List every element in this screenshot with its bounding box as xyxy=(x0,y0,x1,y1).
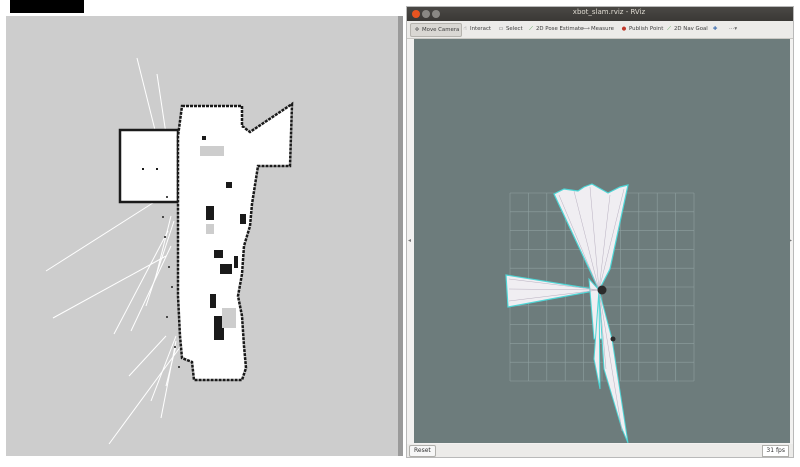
pose-estimate-icon: ⟋ xyxy=(529,26,533,32)
select-icon: ▭ xyxy=(498,26,504,32)
map-main-area xyxy=(176,101,294,382)
measure-icon: ⟷ xyxy=(582,26,590,32)
laser-scan xyxy=(505,183,629,443)
select-tool[interactable]: ▭ Select xyxy=(497,23,523,35)
add-tool-button[interactable]: ✚ xyxy=(711,23,720,35)
publish-point-icon: ● xyxy=(621,26,627,32)
occupancy-map xyxy=(45,57,294,445)
measure-tool[interactable]: ⟷Measure xyxy=(582,23,614,35)
status-bar: Reset 31 fps xyxy=(407,444,793,457)
reset-button[interactable]: Reset xyxy=(409,445,436,457)
move-camera-icon: ✥ xyxy=(414,27,420,33)
nav-goal-label: 2D Nav Goal xyxy=(674,26,708,32)
window-title: xbot_slam.rviz - RViz xyxy=(572,8,646,16)
pose-estimate-label: 2D Pose Estimate xyxy=(536,26,584,32)
fps-counter: 31 fps xyxy=(762,445,789,457)
3d-render-viewport[interactable] xyxy=(414,39,790,443)
select-label: Select xyxy=(506,26,523,32)
interact-tool[interactable]: ☝ Interact xyxy=(461,23,491,35)
laser-rays xyxy=(508,186,625,432)
nav-goal-icon: ⟋ xyxy=(667,26,671,32)
publish-point-tool[interactable]: ● Publish Point xyxy=(620,23,664,35)
panel-divider xyxy=(398,16,403,456)
tool-menu-button[interactable]: ⋯▾ xyxy=(729,23,738,35)
move-camera-label: Move Camera xyxy=(422,27,460,33)
map-laser-rays xyxy=(45,57,182,445)
interact-icon: ☝ xyxy=(463,26,467,32)
interact-label: Interact xyxy=(470,26,492,32)
rviz-toolbar: ✥ Move Camera ☝ Interact ▭ Select ⟋ 2D Pose … xyxy=(407,21,793,39)
rviz-window: xbot_slam.rviz - RViz ✥ Move Camera ☝ Inte… xyxy=(406,6,794,458)
collapse-left-panel-icon[interactable]: ◂ xyxy=(408,237,411,244)
measure-label: Measure xyxy=(591,26,614,32)
occupancy-map-view xyxy=(6,16,400,456)
tool-menu-icon: ⋯▾ xyxy=(729,26,738,32)
pose-estimate-tool[interactable]: ⟋ 2D Pose Estimate xyxy=(527,23,583,35)
nav-goal-tool[interactable]: ⟋ 2D Nav Goal xyxy=(665,23,708,35)
publish-point-label: Publish Point xyxy=(629,26,664,32)
map-left-room xyxy=(118,128,180,204)
close-window-button[interactable] xyxy=(412,10,420,18)
black-overlay-tab xyxy=(10,0,84,13)
add-tool-icon: ✚ xyxy=(712,26,718,32)
rviz-scene xyxy=(505,183,695,443)
window-titlebar[interactable]: xbot_slam.rviz - RViz xyxy=(407,7,793,21)
move-camera-tool[interactable]: ✥ Move Camera xyxy=(410,23,463,37)
